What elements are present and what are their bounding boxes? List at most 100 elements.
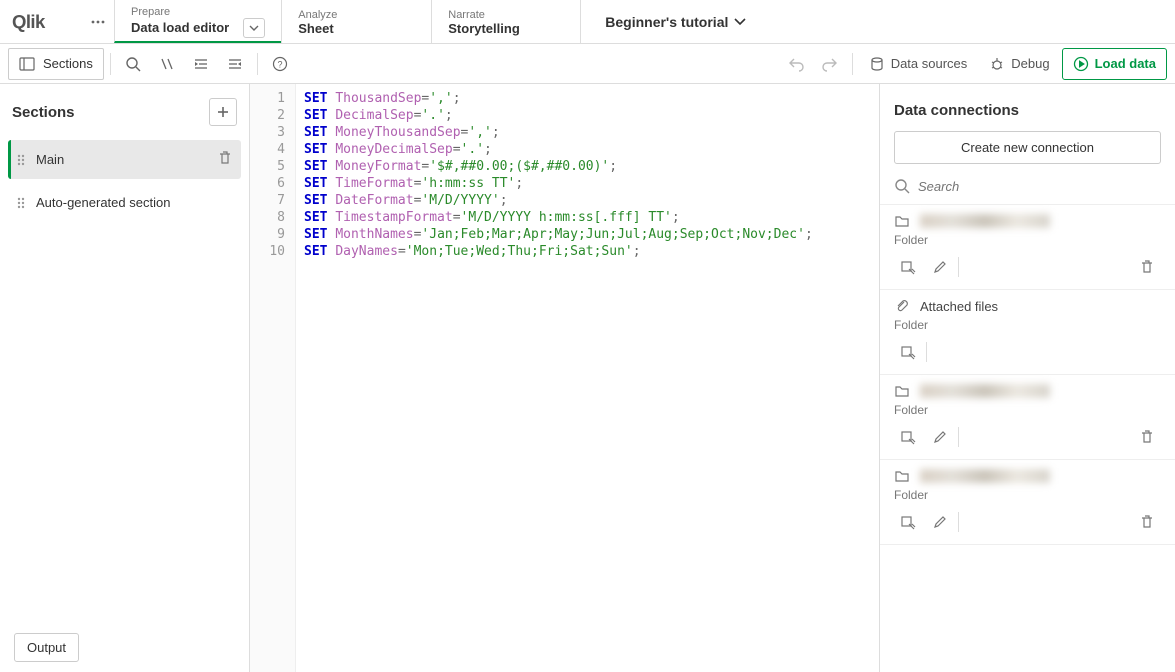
select-data-icon (900, 344, 916, 360)
connection-item[interactable]: Folder (880, 460, 1175, 545)
delete-connection-button[interactable] (1133, 508, 1161, 536)
section-item-main[interactable]: Main (8, 140, 241, 179)
connection-search[interactable] (880, 174, 1175, 204)
tab-analyze[interactable]: Analyze Sheet (281, 0, 431, 43)
trash-icon (1139, 259, 1155, 275)
connection-search-input[interactable] (918, 179, 1161, 194)
select-data-button[interactable] (894, 508, 922, 536)
redo-button[interactable] (814, 48, 846, 80)
prepare-dropdown-button[interactable] (243, 18, 265, 38)
chevron-down-icon (734, 18, 746, 26)
sections-label: Sections (43, 56, 93, 71)
select-data-icon (900, 429, 916, 445)
connection-type: Folder (894, 233, 1161, 247)
output-label: Output (27, 640, 66, 655)
tab-label: Prepare (131, 6, 265, 18)
create-connection-button[interactable]: Create new connection (894, 131, 1161, 164)
global-menu-button[interactable] (82, 0, 114, 43)
outdent-icon (227, 56, 243, 72)
connection-name-redacted (920, 384, 1050, 398)
redo-icon (822, 56, 838, 72)
connection-type: Folder (894, 403, 1161, 417)
trash-icon (217, 150, 233, 166)
connection-name-redacted (920, 469, 1050, 483)
connections-title: Data connections (880, 84, 1175, 127)
pencil-icon (932, 259, 948, 275)
comment-icon (159, 56, 175, 72)
paperclip-icon (894, 298, 910, 314)
pencil-icon (932, 514, 948, 530)
select-data-icon (900, 514, 916, 530)
edit-connection-button[interactable] (926, 508, 954, 536)
tab-label: Narrate (448, 9, 564, 21)
select-data-button[interactable] (894, 423, 922, 451)
tab-sublabel: Storytelling (448, 21, 520, 36)
add-section-button[interactable] (209, 98, 237, 126)
code-editor[interactable]: 12345678910 SET ThousandSep=',';SET Deci… (250, 84, 880, 672)
delete-connection-button[interactable] (1133, 253, 1161, 281)
delete-connection-button[interactable] (1133, 423, 1161, 451)
debug-label: Debug (1011, 56, 1049, 71)
app-title-dropdown[interactable]: Beginner's tutorial (605, 0, 746, 43)
data-sources-button[interactable]: Data sources (859, 48, 978, 80)
connection-item[interactable]: Attached files Folder (880, 290, 1175, 375)
editor-toolbar: Sections ? Data sources Debug Load data (0, 44, 1175, 84)
search-icon (894, 178, 910, 194)
toggle-sections-button[interactable]: Sections (8, 48, 104, 80)
separator (958, 257, 959, 277)
folder-icon (894, 468, 910, 484)
database-icon (869, 56, 885, 72)
drag-handle-icon[interactable] (16, 196, 26, 210)
indent-button[interactable] (185, 48, 217, 80)
help-button[interactable]: ? (264, 48, 296, 80)
section-item-auto[interactable]: Auto-generated section (8, 185, 241, 220)
section-name: Auto-generated section (36, 195, 233, 210)
undo-button[interactable] (780, 48, 812, 80)
comment-button[interactable] (151, 48, 183, 80)
connection-item[interactable]: Folder (880, 205, 1175, 290)
tab-narrate[interactable]: Narrate Storytelling (431, 0, 581, 43)
output-button[interactable]: Output (14, 633, 79, 662)
select-data-button[interactable] (894, 253, 922, 281)
section-name: Main (36, 152, 207, 167)
search-button[interactable] (117, 48, 149, 80)
edit-connection-button[interactable] (926, 253, 954, 281)
create-connection-label: Create new connection (961, 140, 1094, 155)
tab-prepare[interactable]: Prepare Data load editor (114, 0, 281, 43)
data-sources-label: Data sources (891, 56, 968, 71)
select-data-button[interactable] (894, 338, 922, 366)
bug-icon (989, 56, 1005, 72)
code-content[interactable]: SET ThousandSep=',';SET DecimalSep='.';S… (296, 84, 821, 672)
line-gutter: 12345678910 (250, 84, 296, 672)
edit-connection-button[interactable] (926, 423, 954, 451)
folder-icon (894, 383, 910, 399)
folder-icon (894, 213, 910, 229)
data-connections-panel: Data connections Create new connection F… (880, 84, 1175, 672)
trash-icon (1139, 429, 1155, 445)
separator (958, 427, 959, 447)
select-data-icon (900, 259, 916, 275)
sections-title: Sections (12, 104, 75, 121)
sections-panel: Sections Main Auto-generated section (0, 84, 250, 672)
app-title: Beginner's tutorial (605, 14, 728, 30)
connection-name-redacted (920, 214, 1050, 228)
debug-button[interactable]: Debug (979, 48, 1059, 80)
panel-icon (19, 56, 35, 72)
connection-list: Folder Attached files Folder Folder Fold… (880, 204, 1175, 545)
qlik-logo: Qlik (0, 0, 82, 43)
connection-item[interactable]: Folder (880, 375, 1175, 460)
tab-label: Analyze (298, 9, 415, 21)
separator (958, 512, 959, 532)
separator (257, 53, 258, 75)
drag-handle-icon[interactable] (16, 153, 26, 167)
separator (110, 53, 111, 75)
load-data-button[interactable]: Load data (1062, 48, 1167, 80)
search-icon (125, 56, 141, 72)
connection-name: Attached files (920, 299, 998, 314)
trash-icon (1139, 514, 1155, 530)
delete-section-button[interactable] (217, 150, 233, 169)
top-navbar: Qlik Prepare Data load editor Analyze Sh… (0, 0, 1175, 44)
connection-type: Folder (894, 488, 1161, 502)
svg-text:Qlik: Qlik (12, 10, 46, 31)
outdent-button[interactable] (219, 48, 251, 80)
